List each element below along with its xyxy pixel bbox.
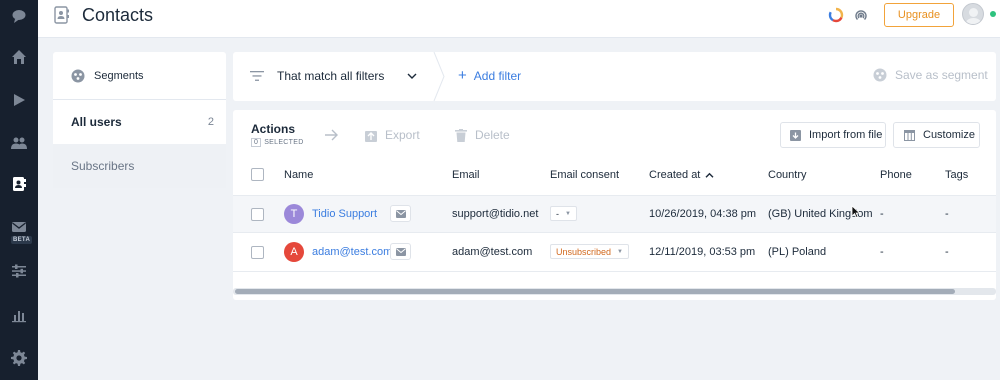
save-as-segment-button[interactable]: Save as segment (873, 68, 988, 82)
contact-avatar: A (284, 242, 304, 262)
add-filter-button[interactable]: + Add filter (458, 68, 521, 83)
contact-phone: - (880, 208, 884, 220)
contact-phone: - (880, 246, 884, 258)
contacts-book-icon (54, 6, 69, 24)
mouse-cursor-icon (851, 205, 861, 219)
chevron-divider (433, 52, 445, 101)
column-header-email-consent[interactable]: Email consent (550, 169, 619, 181)
segments-icon (71, 69, 85, 82)
email-consent-select[interactable]: Unsubscribed ▼ (550, 244, 629, 259)
contact-email: adam@test.com (452, 246, 533, 258)
selected-label: SELECTED (264, 139, 304, 146)
broadcast-icon[interactable] (853, 7, 869, 23)
row-checkbox[interactable] (251, 208, 264, 221)
column-header-email[interactable]: Email (452, 169, 480, 181)
contact-created-at: 10/26/2019, 04:38 pm (649, 208, 757, 220)
mail-icon[interactable] (0, 216, 38, 238)
sort-ascending-icon[interactable] (705, 172, 714, 179)
contacts-icon[interactable] (0, 173, 38, 195)
trash-icon (455, 128, 467, 142)
customize-label: Customize (923, 129, 975, 141)
row-checkbox[interactable] (251, 246, 264, 259)
delete-label: Delete (475, 128, 510, 142)
filter-lines-icon (250, 71, 264, 81)
select-all-checkbox[interactable] (251, 168, 264, 181)
delete-button[interactable]: Delete (455, 128, 510, 142)
contact-created-at: 12/11/2019, 03:53 pm (649, 246, 756, 258)
progress-ring-icon[interactable] (828, 7, 844, 23)
segment-item-all-users[interactable]: All users 2 (53, 100, 226, 144)
selected-count: 0 (251, 138, 262, 147)
import-label: Import from file (809, 129, 883, 141)
horizontal-scrollbar[interactable] (233, 288, 996, 295)
save-as-segment-label: Save as segment (895, 68, 988, 82)
email-consent-select[interactable]: - ▼ (550, 206, 577, 221)
table-row[interactable]: A adam@test.com adam@test.com Unsubscrib… (233, 234, 996, 272)
page-title: Contacts (82, 5, 154, 25)
columns-icon (904, 129, 915, 141)
sliders-icon[interactable] (0, 260, 38, 282)
upgrade-button[interactable]: Upgrade (884, 3, 954, 27)
segments-header: Segments (53, 52, 226, 100)
online-status-dot (990, 11, 996, 17)
contact-tags: - (945, 246, 949, 258)
column-header-country[interactable]: Country (768, 169, 807, 181)
filter-bar: That match all filters + Add filter Save… (233, 52, 996, 101)
chat-icon[interactable] (0, 5, 38, 27)
table-row[interactable]: T Tidio Support support@tidio.net - ▼ 10… (233, 195, 996, 233)
envelope-icon (395, 247, 406, 256)
import-icon (790, 129, 801, 141)
export-button[interactable]: Export (365, 128, 420, 142)
segments-icon (873, 68, 887, 82)
visitors-icon[interactable] (0, 132, 38, 154)
add-filter-label: Add filter (473, 68, 522, 83)
column-header-tags[interactable]: Tags (945, 169, 968, 181)
email-consent-value: - (556, 208, 559, 219)
user-avatar[interactable] (962, 3, 984, 25)
send-message-button[interactable] (390, 243, 411, 260)
contact-avatar: T (284, 204, 304, 224)
column-header-created-at[interactable]: Created at (649, 169, 714, 181)
caret-down-icon: ▼ (617, 248, 623, 255)
settings-icon[interactable] (0, 347, 38, 369)
contact-email: support@tidio.net (452, 208, 539, 220)
contact-tags: - (945, 208, 949, 220)
export-label: Export (385, 128, 420, 142)
beta-badge: BETA (11, 236, 33, 244)
import-from-file-button[interactable]: Import from file (780, 122, 886, 148)
email-consent-value: Unsubscribed (556, 246, 612, 257)
top-header: Contacts Upgrade (38, 0, 1000, 38)
segment-item-label: Subscribers (71, 159, 135, 173)
column-header-label: Created at (649, 169, 701, 181)
customize-button[interactable]: Customize (893, 122, 980, 148)
actions-title: Actions (251, 122, 296, 136)
contacts-table-card: Actions 0 SELECTED Export Delete Import f… (233, 110, 996, 300)
arrow-right-icon[interactable] (325, 129, 339, 141)
home-icon[interactable] (0, 46, 38, 68)
segment-item-subscribers[interactable]: Subscribers (53, 144, 226, 188)
contact-country: (PL) Poland (768, 246, 827, 258)
caret-down-icon: ▼ (565, 210, 571, 217)
filter-match-dropdown[interactable]: That match all filters (277, 69, 384, 83)
segments-panel: Segments All users 2 Subscribers (53, 52, 226, 188)
segment-item-count: 2 (207, 116, 214, 128)
play-icon[interactable] (0, 89, 38, 111)
segments-title: Segments (94, 69, 144, 82)
left-sidebar: BETA (0, 0, 38, 380)
segment-item-label: All users (71, 115, 122, 129)
analytics-icon[interactable] (0, 304, 38, 326)
plus-icon: + (458, 67, 467, 84)
selected-count-badge: 0 SELECTED (251, 138, 304, 147)
contact-name-link[interactable]: adam@test.com (312, 246, 392, 258)
chevron-down-icon[interactable] (407, 72, 417, 80)
column-header-name[interactable]: Name (284, 169, 313, 181)
contact-name-link[interactable]: Tidio Support (312, 208, 377, 220)
envelope-icon (395, 209, 406, 218)
scrollbar-thumb[interactable] (235, 289, 955, 294)
export-icon (365, 130, 377, 142)
send-message-button[interactable] (390, 205, 411, 222)
column-header-phone[interactable]: Phone (880, 169, 912, 181)
